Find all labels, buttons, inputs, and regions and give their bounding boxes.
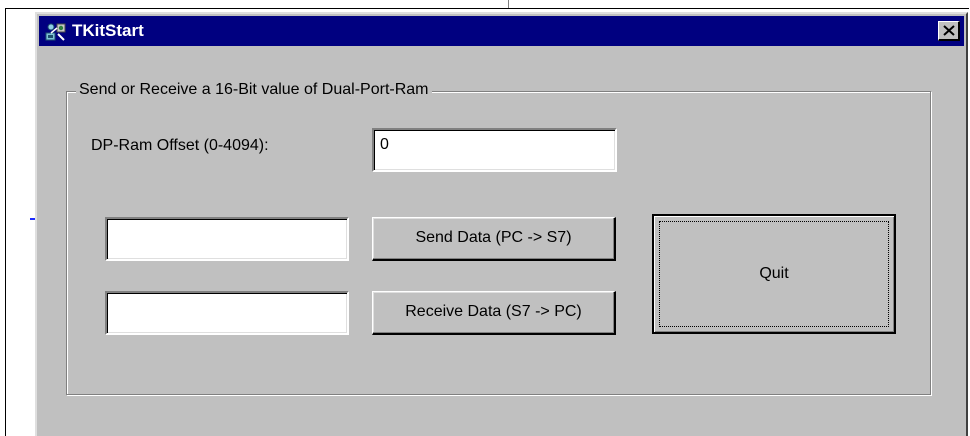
receive-data-button[interactable]: Receive Data (S7 -> PC) (372, 291, 616, 335)
background-divider (508, 0, 509, 8)
close-icon (943, 25, 955, 36)
send-value-input[interactable] (105, 217, 349, 261)
offset-label: DP-Ram Offset (0-4094): (91, 137, 269, 154)
groupbox-label: Send or Receive a 16-Bit value of Dual-P… (76, 80, 432, 100)
quit-button[interactable]: Quit (652, 214, 896, 334)
send-data-button[interactable]: Send Data (PC -> S7) (372, 217, 616, 261)
focus-rectangle (659, 221, 889, 327)
close-button[interactable] (938, 21, 960, 41)
window-title: TKitStart (72, 21, 144, 40)
receive-data-button-label: Receive Data (S7 -> PC) (405, 303, 582, 320)
offset-input[interactable]: 0 (372, 128, 617, 172)
tkitstart-window: TKitStart Send or Receive a 16-Bit value… (35, 12, 968, 436)
send-data-button-label: Send Data (PC -> S7) (415, 229, 572, 246)
application-icon (45, 20, 67, 42)
receive-value-input[interactable] (105, 291, 349, 335)
title-bar[interactable]: TKitStart (39, 16, 964, 46)
